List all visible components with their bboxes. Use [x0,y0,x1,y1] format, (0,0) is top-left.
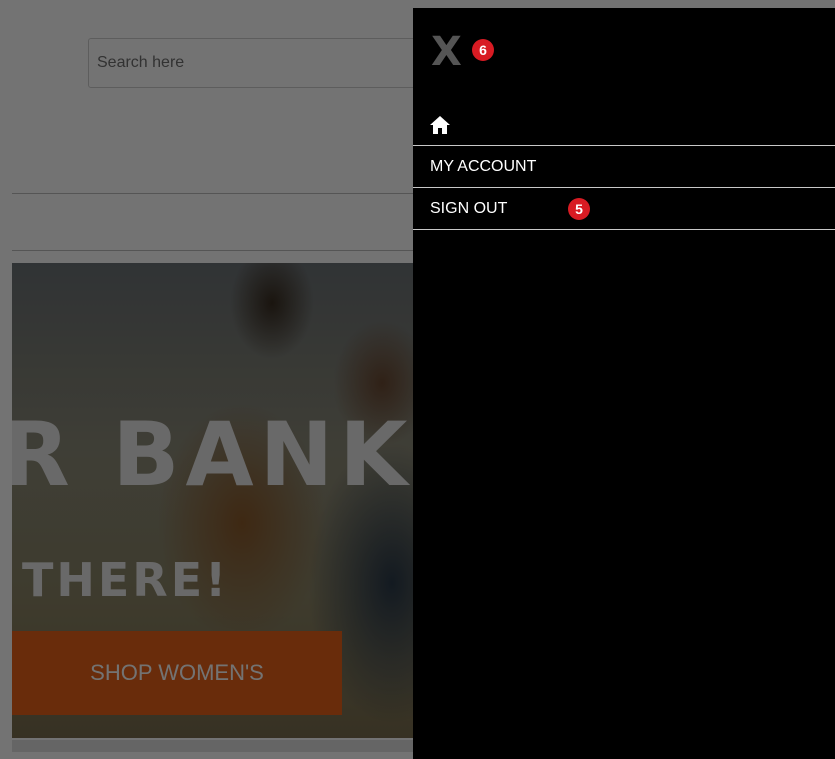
close-drawer-button[interactable]: X [431,30,471,74]
drawer-menu: MY ACCOUNT SIGN OUT 5 [413,104,835,230]
drawer-item-my-account[interactable]: MY ACCOUNT [413,146,835,188]
hero-subheadline: THERE! [22,553,230,607]
home-icon [430,115,450,134]
hero-banner: R BANK THERE! SHOP WOMEN'S [12,263,432,738]
drawer-item-label: MY ACCOUNT [430,157,537,175]
search-input[interactable] [88,38,428,88]
hero-headline: R BANK [12,403,414,506]
top-strip [0,0,835,8]
sign-out-step-badge: 5 [568,198,590,220]
drawer-item-label: SIGN OUT [430,199,508,217]
shop-womens-button[interactable]: SHOP WOMEN'S [12,631,342,715]
close-step-badge: 6 [472,39,494,61]
side-drawer: X 6 MY ACCOUNT SIGN OUT 5 [413,8,835,759]
drawer-item-sign-out[interactable]: SIGN OUT 5 [413,188,835,230]
drawer-item-home[interactable] [413,104,835,146]
